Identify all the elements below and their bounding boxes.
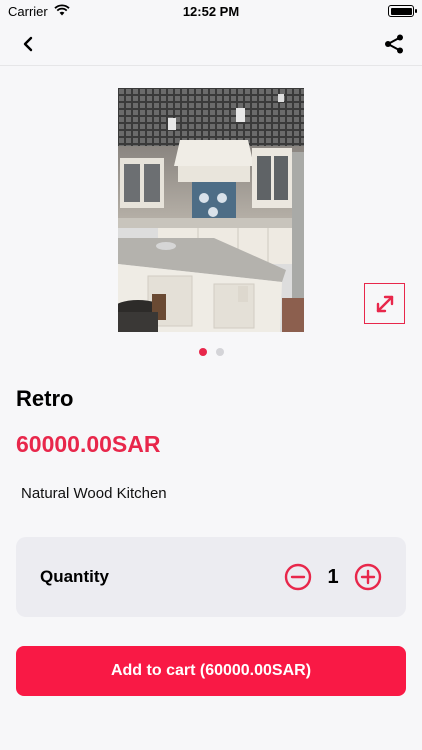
product-price: 60000.00SAR (16, 431, 161, 457)
product-image[interactable] (118, 88, 304, 332)
add-to-cart-button[interactable]: Add to cart (60000.00SAR) (16, 646, 406, 696)
back-button[interactable] (14, 30, 42, 58)
battery-icon (388, 5, 417, 17)
carrier-label: Carrier (8, 3, 48, 19)
expand-button[interactable] (364, 283, 405, 324)
decrease-quantity-button[interactable] (284, 563, 312, 591)
product-description: Natural Wood Kitchen (21, 485, 167, 502)
share-button[interactable] (380, 30, 408, 58)
minus-circle-icon (284, 563, 312, 591)
plus-circle-icon (354, 563, 382, 591)
expand-icon (376, 295, 393, 312)
increase-quantity-button[interactable] (354, 563, 382, 591)
quantity-card: Quantity 1 (16, 537, 406, 617)
status-left: Carrier (8, 4, 70, 19)
kitchen-photo (118, 88, 304, 332)
page-dot[interactable] (215, 348, 224, 356)
product-screen: Carrier 12:52 PM Retro 60000.00SAR Natur… (0, 0, 422, 750)
product-title: Retro (16, 386, 74, 411)
chevron-left-icon (23, 36, 33, 51)
status-bar: Carrier 12:52 PM (0, 0, 422, 22)
quantity-value: 1 (327, 565, 339, 588)
nav-bar (0, 22, 422, 66)
gallery-page-indicator[interactable] (0, 348, 422, 356)
page-dot-active[interactable] (198, 348, 207, 356)
wifi-icon (54, 3, 70, 19)
quantity-stepper: 1 (284, 563, 382, 591)
share-icon (385, 34, 403, 53)
quantity-label: Quantity (40, 567, 109, 586)
